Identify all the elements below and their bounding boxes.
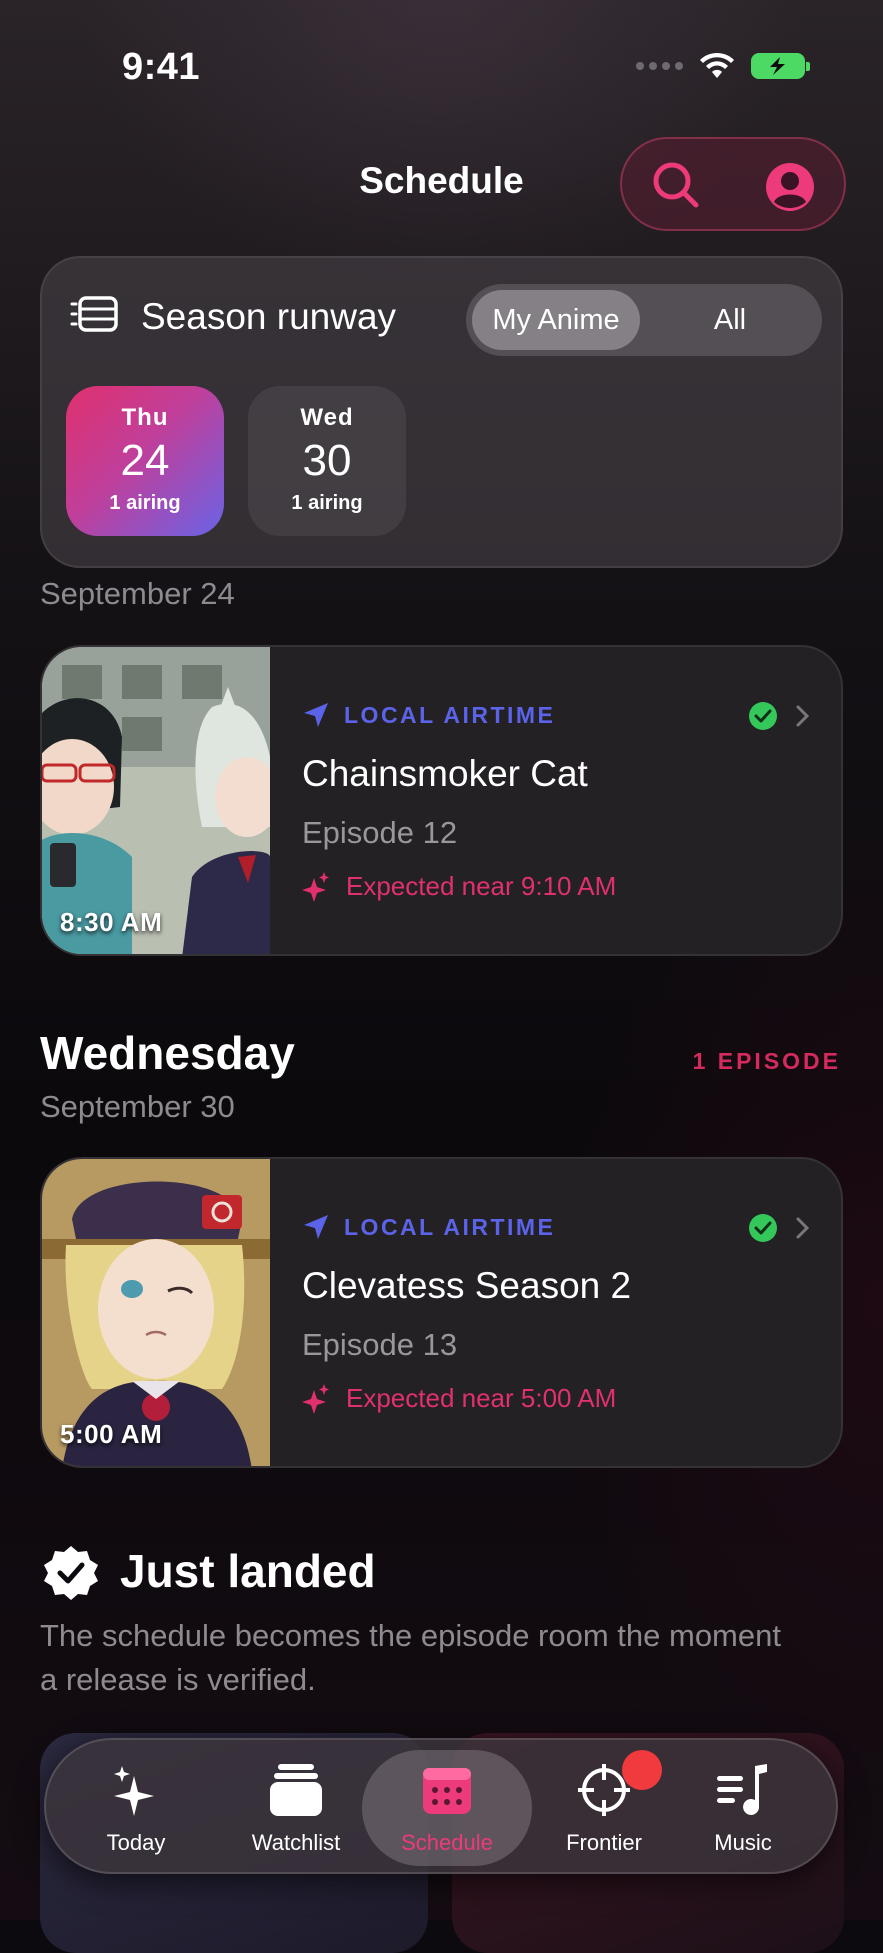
watchlist-icon bbox=[270, 1764, 322, 1816]
day-chip-count: 1 airing bbox=[109, 492, 181, 514]
schedule-icon bbox=[423, 1768, 471, 1814]
tab-label: Music bbox=[714, 1830, 772, 1855]
day-chip-wed[interactable]: Wed 30 1 airing bbox=[248, 386, 406, 536]
just-landed-title: Just landed bbox=[120, 1545, 376, 1597]
episode-air-time: 5:00 AM bbox=[60, 1419, 163, 1449]
notification-badge bbox=[622, 1750, 662, 1790]
tab-label: Frontier bbox=[566, 1830, 642, 1855]
tab-label: Today bbox=[106, 1830, 166, 1855]
tab-today[interactable]: Today bbox=[76, 1740, 196, 1876]
expected-time-label: Expected near 9:10 AM bbox=[346, 871, 617, 901]
episode-card-clevatess[interactable]: 5:00 AM LOCAL AIRTIME Clevatess Season 2… bbox=[40, 1157, 843, 1468]
runway-title: Season runway bbox=[141, 296, 397, 337]
verified-badge-icon bbox=[44, 1546, 98, 1600]
section-date: September 30 bbox=[40, 1089, 235, 1124]
just-landed-description: The schedule becomes the episode room th… bbox=[40, 1618, 781, 1697]
local-airtime-tag: LOCAL AIRTIME bbox=[302, 1213, 555, 1241]
local-airtime-label: LOCAL AIRTIME bbox=[344, 701, 556, 728]
expected-time: Expected near 9:10 AM bbox=[302, 871, 616, 902]
section-date: September 24 bbox=[40, 576, 235, 611]
status-icons bbox=[636, 52, 810, 80]
runway-icon bbox=[70, 296, 118, 332]
search-icon[interactable] bbox=[648, 157, 704, 213]
episode-card-chainsmoker-cat[interactable]: 8:30 AM LOCAL AIRTIME Chainsmoker Cat Ep… bbox=[40, 645, 843, 956]
header-actions bbox=[620, 137, 846, 231]
check-circle-icon bbox=[749, 1214, 777, 1242]
section-day-heading: Wednesday bbox=[40, 1027, 295, 1079]
episode-title: Clevatess Season 2 bbox=[302, 1265, 632, 1306]
tab-label: Watchlist bbox=[251, 1830, 341, 1855]
sparkle-icon bbox=[302, 1383, 329, 1414]
today-icon bbox=[114, 1766, 154, 1816]
music-icon bbox=[717, 1764, 767, 1815]
chevron-right-icon bbox=[796, 705, 810, 727]
tab-watchlist[interactable]: Watchlist bbox=[226, 1740, 366, 1876]
day-chip-date: 24 bbox=[120, 436, 170, 485]
day-chip-dow: Wed bbox=[300, 404, 354, 431]
day-chip-count: 1 airing bbox=[291, 492, 363, 514]
tab-schedule[interactable]: Schedule bbox=[362, 1740, 532, 1876]
season-runway-card: Season runway My Anime All Thu 24 1 airi… bbox=[40, 256, 843, 568]
tab-label: Schedule bbox=[401, 1830, 493, 1855]
check-circle-icon bbox=[749, 702, 777, 730]
episode-number: Episode 12 bbox=[302, 815, 458, 850]
signal-icon bbox=[636, 62, 683, 70]
episode-number: Episode 13 bbox=[302, 1327, 458, 1362]
status-time: 9:41 bbox=[122, 46, 201, 88]
expected-time-label: Expected near 5:00 AM bbox=[346, 1383, 617, 1413]
chevron-right-icon bbox=[796, 1217, 810, 1239]
local-airtime-label: LOCAL AIRTIME bbox=[344, 1213, 556, 1240]
location-arrow-icon bbox=[304, 1215, 328, 1239]
filter-segmented-control: My Anime All bbox=[466, 284, 822, 356]
filter-all[interactable]: All bbox=[644, 290, 816, 350]
local-airtime-tag: LOCAL AIRTIME bbox=[302, 701, 555, 729]
location-arrow-icon bbox=[304, 703, 328, 727]
tab-bar: Today Watchlist Schedule Frontier Music bbox=[44, 1738, 838, 1874]
day-chip-dow: Thu bbox=[121, 404, 169, 431]
sparkle-icon bbox=[302, 871, 329, 902]
section-episode-count: 1 EPISODE bbox=[692, 1048, 841, 1074]
day-chip-date: 30 bbox=[302, 436, 352, 485]
day-chip-thu[interactable]: Thu 24 1 airing bbox=[66, 386, 224, 536]
tab-music[interactable]: Music bbox=[678, 1740, 808, 1876]
wifi-icon bbox=[700, 52, 734, 78]
profile-icon[interactable] bbox=[764, 161, 816, 213]
filter-my-anime[interactable]: My Anime bbox=[472, 290, 640, 350]
battery-icon bbox=[751, 53, 810, 79]
expected-time: Expected near 5:00 AM bbox=[302, 1383, 616, 1414]
episode-air-time: 8:30 AM bbox=[60, 907, 163, 937]
episode-title: Chainsmoker Cat bbox=[302, 753, 588, 794]
